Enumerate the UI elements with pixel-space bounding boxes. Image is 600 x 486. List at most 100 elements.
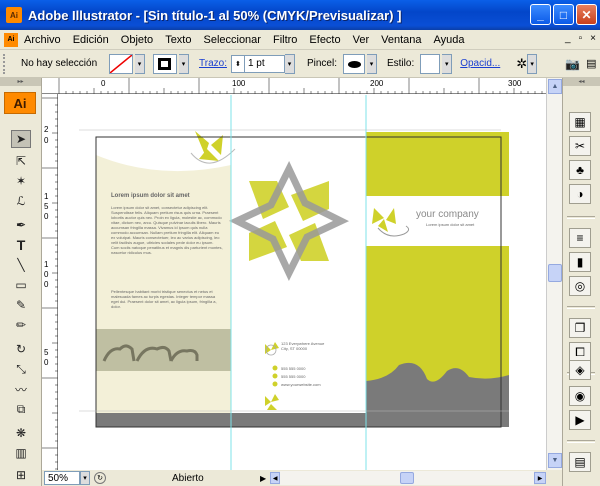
stroke-label-link[interactable]: Trazo: <box>199 58 227 69</box>
menu-filtro[interactable]: Filtro <box>267 34 303 46</box>
artboard-canvas[interactable]: Lorem ipsum dolor sit amet Lorem ipsum d… <box>59 95 546 470</box>
paintbrush-tool-icon[interactable]: ✎ <box>11 296 31 314</box>
status-menu-arrow-icon[interactable]: ▶ <box>260 474 266 483</box>
control-bar-grip[interactable] <box>3 53 7 74</box>
rotate-tool-icon[interactable]: ↻ <box>11 340 31 358</box>
bottom-small-flower <box>265 394 279 410</box>
swatches-panel-icon[interactable]: ▦ <box>569 112 591 132</box>
scroll-right-button[interactable]: ▶ <box>534 472 546 484</box>
pen-tool-icon[interactable]: ✒ <box>11 216 31 234</box>
menu-seleccionar[interactable]: Seleccionar <box>197 34 266 46</box>
brochure-body-2[interactable]: Pellentesque habitant morbi tristique se… <box>111 289 223 321</box>
magic-wand-tool-icon[interactable]: ✶ <box>11 172 31 190</box>
version-cue-icon[interactable]: ↻ <box>94 472 106 484</box>
fill-swatch[interactable] <box>109 53 133 74</box>
document-icon[interactable]: Ai <box>4 32 18 47</box>
stroke-weight-dropdown[interactable]: ▾ <box>284 53 295 74</box>
brochure-address-2[interactable]: City, ST 00000 <box>281 346 351 351</box>
app-icon[interactable]: Ai <box>6 7 22 23</box>
style-dropdown[interactable]: ▾ <box>442 53 453 74</box>
rectangle-tool-icon[interactable]: ▭ <box>11 276 31 294</box>
free-transform-tool-icon[interactable]: ⧉ <box>11 400 31 418</box>
vruler-label-g: 0 <box>44 270 49 279</box>
doc-close-button[interactable]: × <box>590 33 596 44</box>
gradient-panel-icon[interactable]: ▮ <box>569 252 591 272</box>
menu-efecto[interactable]: Efecto <box>303 34 346 46</box>
pencil-tool-icon[interactable]: ✏ <box>11 316 31 334</box>
scroll-up-button[interactable]: ▲ <box>548 79 562 94</box>
horizontal-ruler[interactable]: 0 100 200 300 <box>42 78 546 94</box>
brush-swatch[interactable] <box>342 53 365 74</box>
menu-objeto[interactable]: Objeto <box>115 34 159 46</box>
stroke-dropdown[interactable]: ▾ <box>179 53 189 74</box>
menu-ver[interactable]: Ver <box>347 34 376 46</box>
selection-tool-icon[interactable]: ➤ <box>11 130 31 148</box>
status-text: Abierto <box>172 472 204 484</box>
symbol-sprayer-tool-icon[interactable]: ❋ <box>11 424 31 442</box>
layers-panel-icon[interactable]: ◈ <box>569 360 591 380</box>
actions-panel-icon[interactable]: ▶ <box>569 410 591 430</box>
vruler-label-f: 1 <box>44 260 49 269</box>
vruler-label-i: 5 <box>44 348 49 357</box>
fill-dropdown[interactable]: ▾ <box>135 53 145 74</box>
brushes-panel-icon[interactable]: ✂ <box>569 136 591 156</box>
brochure-body-1[interactable]: Lorem ipsum dolor sit amet, consectetur … <box>111 205 223 285</box>
symbols-panel-icon[interactable]: ♣ <box>569 160 591 180</box>
style-swatch[interactable] <box>420 53 441 74</box>
column-graph-tool-icon[interactable]: ▥ <box>11 444 31 462</box>
vertical-scrollbar[interactable]: ▲ ▼ <box>546 78 562 470</box>
lasso-tool-icon[interactable]: ℒ <box>11 192 31 210</box>
brush-dropdown[interactable]: ▾ <box>366 53 377 74</box>
line-tool-icon[interactable]: ╲ <box>11 256 31 274</box>
menu-ventana[interactable]: Ventana <box>375 34 427 46</box>
navigator-panel-icon[interactable]: ◉ <box>569 386 591 406</box>
recolor-icon[interactable]: ✲ <box>516 56 527 72</box>
stroke-weight-input[interactable]: 1 pt <box>244 54 285 73</box>
camera-icon[interactable]: 📷 <box>565 57 580 71</box>
zoom-input[interactable]: 50% <box>44 471 80 485</box>
scale-tool-icon[interactable]: ⤡ <box>11 360 31 378</box>
brochure-web[interactable]: www.yourwebsite.com <box>281 382 351 387</box>
zoom-dropdown[interactable]: ▾ <box>80 471 90 485</box>
company-tagline[interactable]: Lorem ipsum dolor sit amet <box>426 222 506 227</box>
opacity-link[interactable]: Opacid... <box>460 58 500 69</box>
mesh-tool-icon[interactable]: ⊞ <box>11 466 31 484</box>
menu-texto[interactable]: Texto <box>159 34 197 46</box>
stroke-panel-icon[interactable]: ≡ <box>569 228 591 248</box>
doc-minimize-button[interactable]: _ <box>565 33 571 44</box>
menu-ayuda[interactable]: Ayuda <box>428 34 471 46</box>
align-panel-icon[interactable]: ▤ <box>569 452 591 472</box>
company-name[interactable]: your company <box>416 209 506 220</box>
menu-archivo[interactable]: Archivo <box>18 34 67 46</box>
scroll-down-button[interactable]: ▼ <box>548 453 562 468</box>
stroke-weight-stepper[interactable]: ⬍ <box>230 54 245 73</box>
vertical-ruler[interactable]: 2 0 1 5 0 1 0 0 5 0 <box>42 94 58 470</box>
type-tool-icon[interactable]: T <box>11 236 31 254</box>
recolor-dropdown[interactable]: ▾ <box>527 53 538 74</box>
brochure-fax[interactable]: 555 555 0000 <box>281 374 351 379</box>
maximize-button[interactable]: □ <box>553 4 574 25</box>
stroke-swatch[interactable] <box>153 53 177 74</box>
tools-panel: ▸▸ Ai ➤ ⇱ ✶ ℒ ✒ T ╲ ▭ ✎ ✏ ↻ ⤡ 〰 ⧉ ❋ ▥ ⊞ <box>0 78 42 486</box>
minimize-button[interactable]: _ <box>530 4 551 25</box>
brochure-phone[interactable]: 555 555 0000 <box>281 366 351 371</box>
menu-edicion[interactable]: Edición <box>67 34 115 46</box>
direct-selection-tool-icon[interactable]: ⇱ <box>11 152 31 170</box>
docked-panels-header[interactable]: ◂◂ <box>563 78 600 86</box>
scroll-left-button[interactable]: ◀ <box>270 472 281 484</box>
window-title: Adobe Illustrator - [Sin título-1 al 50%… <box>28 7 402 23</box>
appearance-panel-icon[interactable]: ❐ <box>569 318 591 338</box>
warp-tool-icon[interactable]: 〰 <box>11 380 31 398</box>
pathfinder-panel-icon[interactable]: ⧠ <box>569 342 591 362</box>
tools-panel-header[interactable]: ▸▸ <box>0 78 41 86</box>
brochure-heading[interactable]: Lorem ipsum dolor sit amet <box>111 193 223 200</box>
status-bar: 50% ▾ ↻ Abierto ▶ ◀ ▶ <box>42 470 546 486</box>
graphic-styles-panel-icon[interactable]: ◑ <box>569 184 591 204</box>
horizontal-scrollbar[interactable] <box>280 471 534 485</box>
close-button[interactable]: ✕ <box>576 4 597 25</box>
transparency-panel-icon[interactable]: ◎ <box>569 276 591 296</box>
horizontal-scroll-thumb[interactable] <box>400 472 415 484</box>
doc-restore-button[interactable]: ▫ <box>579 33 583 44</box>
vertical-scroll-thumb[interactable] <box>548 264 562 282</box>
panel-menu-icon[interactable]: ▤ <box>586 57 596 70</box>
